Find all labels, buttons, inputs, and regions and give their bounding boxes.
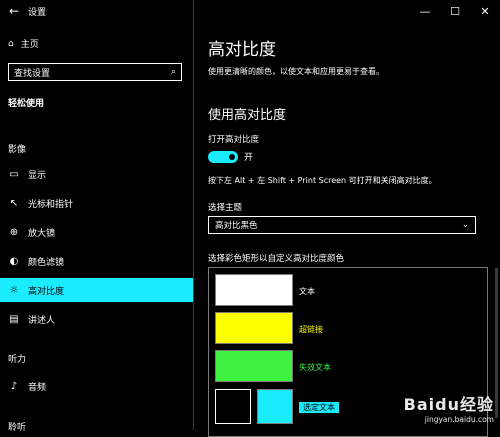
- sidebar-item-label: 讲述人: [28, 315, 56, 326]
- group-listen: 聆听: [8, 423, 27, 433]
- selected-text-color-swatch[interactable]: [257, 389, 293, 424]
- sidebar-item-audio[interactable]: ♪ 音频: [0, 374, 193, 398]
- search-input[interactable]: 查找设置 ⌕: [8, 63, 182, 81]
- selected-text-label: 选定文本: [299, 402, 339, 413]
- disabled-text-color-swatch[interactable]: [215, 350, 293, 382]
- color-filter-icon: ◐: [9, 255, 19, 267]
- sidebar-item-display[interactable]: ▭ 显示: [0, 162, 193, 186]
- watermark-brand: Baidu经验: [403, 395, 494, 414]
- title-bar: ← 设置: [0, 0, 193, 22]
- group-hearing: 听力: [8, 355, 27, 365]
- chevron-down-icon: ⌄: [461, 220, 469, 230]
- narrator-icon: ▤: [9, 313, 19, 325]
- sidebar-item-color-filter[interactable]: ◐ 颜色滤镜: [0, 249, 193, 273]
- display-icon: ▭: [9, 168, 19, 180]
- watermark: Baidu经验 jingyan.baidu.com: [404, 391, 494, 424]
- window-controls: — ☐ ✕: [410, 0, 500, 22]
- close-icon[interactable]: ✕: [470, 5, 500, 18]
- sidebar-item-high-contrast[interactable]: ☼ 高对比度: [0, 278, 193, 302]
- maximize-icon[interactable]: ☐: [440, 5, 470, 18]
- text-color-swatch[interactable]: [215, 274, 293, 306]
- back-icon[interactable]: ←: [0, 0, 28, 22]
- group-vision: 影像: [8, 145, 27, 155]
- selected-text-background-swatch[interactable]: [215, 389, 251, 424]
- theme-dropdown[interactable]: 高对比黑色 ⌄: [208, 216, 476, 234]
- section-title: 使用高对比度: [208, 108, 287, 123]
- nav-home[interactable]: ⌂ 主页: [8, 37, 39, 51]
- toggle-knob: [229, 154, 235, 160]
- page-description: 使用更清晰的颜色，以使文本和应用更易于查看。: [208, 67, 384, 76]
- page-title: 高对比度: [208, 40, 276, 60]
- magnifier-icon: ⊕: [9, 226, 19, 238]
- sidebar-item-label: 显示: [28, 170, 47, 181]
- toggle-state: 开: [244, 153, 254, 163]
- nav-home-label: 主页: [20, 40, 39, 50]
- sidebar-item-label: 颜色滤镜: [28, 257, 65, 268]
- sidebar-item-label: 光标和指针: [28, 199, 74, 210]
- sidebar: ← 设置 ⌂ 主页 查找设置 ⌕ 轻松使用 影像 ▭ 显示 ↖ 光标和指针 ⊕ …: [0, 0, 194, 433]
- pointer-icon: ↖: [9, 197, 19, 209]
- hyperlink-color-label: 超链接: [299, 325, 323, 334]
- theme-label: 选择主题: [208, 203, 243, 213]
- sidebar-item-narrator[interactable]: ▤ 讲述人: [0, 307, 193, 331]
- disabled-text-color-label: 失效文本: [299, 363, 331, 372]
- main-content: — ☐ ✕ 高对比度 使用更清晰的颜色，以使文本和应用更易于查看。 使用高对比度…: [194, 0, 500, 437]
- sidebar-item-magnifier[interactable]: ⊕ 放大镜: [0, 220, 193, 244]
- sidebar-item-label: 音频: [28, 382, 47, 393]
- home-icon: ⌂: [8, 38, 14, 49]
- search-placeholder: 查找设置: [14, 68, 51, 79]
- category-title: 轻松使用: [8, 99, 45, 109]
- shortcut-hint: 按下左 Alt + 左 Shift + Print Screen 可打开和关闭高…: [208, 176, 437, 185]
- app-title: 设置: [28, 7, 47, 18]
- sidebar-item-pointer[interactable]: ↖ 光标和指针: [0, 191, 193, 215]
- minimize-icon[interactable]: —: [410, 5, 440, 18]
- sidebar-item-label: 放大镜: [28, 228, 56, 239]
- high-contrast-toggle[interactable]: [208, 151, 238, 163]
- theme-value: 高对比黑色: [215, 221, 258, 231]
- sidebar-item-label: 高对比度: [28, 286, 65, 297]
- toggle-label: 打开高对比度: [208, 135, 260, 145]
- text-color-label: 文本: [299, 287, 315, 296]
- search-icon[interactable]: ⌕: [171, 67, 176, 77]
- audio-icon: ♪: [10, 380, 18, 392]
- watermark-url: jingyan.baidu.com: [424, 415, 494, 424]
- contrast-icon: ☼: [9, 284, 19, 296]
- swatch-instruction: 选择彩色矩形以自定义高对比度颜色: [208, 254, 345, 264]
- hyperlink-color-swatch[interactable]: [215, 312, 293, 344]
- scrollbar[interactable]: [495, 268, 498, 418]
